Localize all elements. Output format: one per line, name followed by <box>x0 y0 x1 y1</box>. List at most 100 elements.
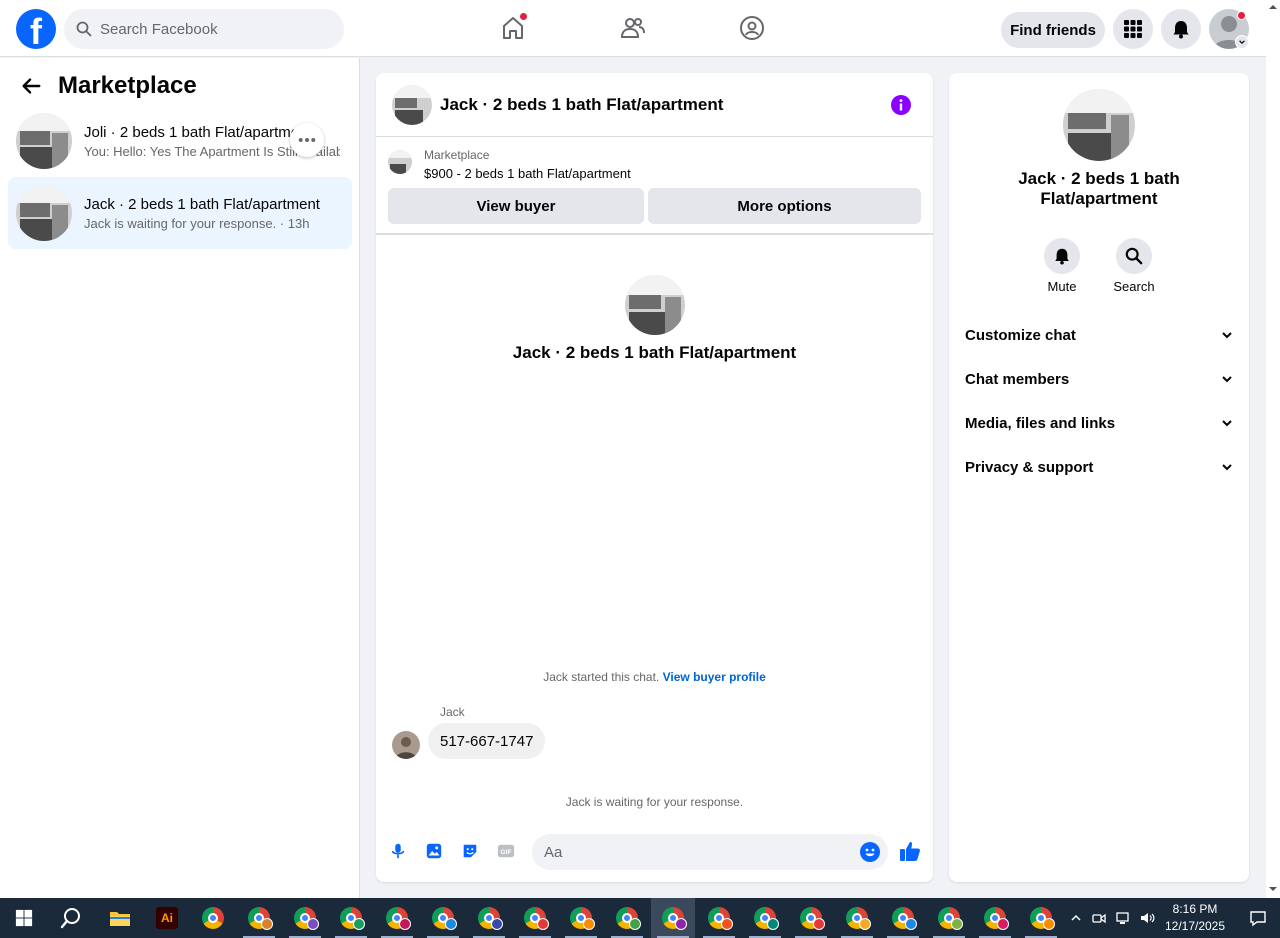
chat-members-row[interactable]: Chat members <box>965 367 1233 391</box>
search-icon <box>1125 247 1143 265</box>
chat-panel: Jack · 2 beds 1 bath Flat/apartment Mark… <box>376 73 933 882</box>
info-icon[interactable] <box>891 95 911 115</box>
chrome-profile-icon[interactable] <box>283 898 327 938</box>
page-title: Marketplace <box>58 72 197 99</box>
notifications-button[interactable] <box>1161 9 1201 49</box>
section-label: Media, files and links <box>965 414 1116 432</box>
taskbar-search-icon[interactable] <box>49 898 93 938</box>
volume-icon[interactable] <box>1140 911 1156 925</box>
view-buyer-profile-link[interactable]: View buyer profile <box>663 670 766 684</box>
listing-banner: Marketplace $900 - 2 beds 1 bath Flat/ap… <box>376 138 933 235</box>
scroll-down-arrow-icon[interactable] <box>1268 884 1278 894</box>
account-notification-dot <box>1237 11 1246 20</box>
chrome-profile-icon[interactable] <box>973 898 1017 938</box>
listing-thumbnail <box>16 113 72 169</box>
chrome-profile-icon[interactable] <box>513 898 557 938</box>
search-in-chat-button[interactable]: Search <box>1104 238 1164 294</box>
chrome-profile-icon[interactable] <box>743 898 787 938</box>
chrome-profile-icon[interactable] <box>789 898 833 938</box>
find-friends-button[interactable]: Find friends <box>1001 12 1105 48</box>
sticker-icon[interactable] <box>459 840 481 862</box>
chrome-profile-icon[interactable] <box>927 898 971 938</box>
groups-icon[interactable] <box>737 13 767 43</box>
clock-time: 8:16 PM <box>1172 902 1218 916</box>
file-explorer-icon[interactable] <box>98 898 142 938</box>
mute-button[interactable]: Mute <box>1032 238 1092 294</box>
chrome-profile-icon[interactable] <box>605 898 649 938</box>
system-clock[interactable]: 8:16 PM 12/17/2025 <box>1160 901 1230 935</box>
conversation-sidebar: Marketplace Joli · 2 beds 1 bath Flat/ap… <box>0 58 360 898</box>
chrome-profile-icon[interactable] <box>559 898 603 938</box>
customize-chat-row[interactable]: Customize chat <box>965 323 1233 347</box>
scroll-up-arrow-icon[interactable] <box>1268 2 1278 12</box>
chat-started-text: Jack started this chat. <box>543 670 660 684</box>
chat-header: Jack · 2 beds 1 bath Flat/apartment <box>376 73 933 137</box>
listing-price-title[interactable]: $900 - 2 beds 1 bath Flat/apartment <box>424 166 631 181</box>
sender-avatar[interactable] <box>392 731 420 759</box>
chat-started-notice: Jack started this chat. View buyer profi… <box>376 670 933 684</box>
menu-grid-button[interactable] <box>1113 9 1153 49</box>
chrome-profile-icon[interactable] <box>835 898 879 938</box>
notification-center-icon[interactable] <box>1236 898 1280 938</box>
home-icon[interactable] <box>498 12 528 43</box>
chrome-profile-icon[interactable] <box>237 898 281 938</box>
chat-title[interactable]: Jack · 2 beds 1 bath Flat/apartment <box>440 95 723 115</box>
chevron-down-icon <box>1222 464 1232 471</box>
chrome-profile-icon[interactable] <box>421 898 465 938</box>
chrome-profile-icon[interactable] <box>329 898 373 938</box>
chevron-down-icon <box>1222 376 1232 383</box>
chevron-down-icon[interactable] <box>1235 35 1249 49</box>
conversation-item-active[interactable]: Jack · 2 beds 1 bath Flat/apartment Jack… <box>8 177 352 249</box>
adobe-illustrator-icon[interactable]: Ai <box>145 898 189 938</box>
page-scrollbar[interactable] <box>1266 0 1280 898</box>
more-horizontal-icon <box>298 138 316 142</box>
windows-taskbar: Ai 8:16 PM 12/17/2025 <box>0 898 1280 938</box>
chrome-icon[interactable] <box>191 898 235 938</box>
chat-header-thumbnail[interactable] <box>392 84 432 125</box>
chat-details-panel: Jack · 2 beds 1 bath Flat/apartment Mute… <box>949 73 1249 882</box>
bell-icon <box>1173 21 1189 39</box>
view-buyer-button[interactable]: View buyer <box>388 188 644 224</box>
system-tray <box>1070 898 1156 938</box>
chrome-profile-icon-active[interactable] <box>651 898 695 938</box>
chrome-profile-icon[interactable] <box>1019 898 1063 938</box>
details-title: Jack · 2 beds 1 bath Flat/apartment <box>1018 169 1180 208</box>
conversation-options-button[interactable] <box>290 123 324 157</box>
friends-icon[interactable] <box>618 13 648 43</box>
search-input[interactable] <box>100 20 320 38</box>
back-arrow-icon[interactable] <box>20 75 42 97</box>
network-icon[interactable] <box>1116 911 1132 925</box>
windows-start-icon[interactable] <box>2 898 46 938</box>
message-bubble[interactable]: 517-667-1747 <box>428 723 546 759</box>
clock-date: 12/17/2025 <box>1164 919 1226 933</box>
mute-label: Mute <box>1047 279 1077 294</box>
details-avatar <box>1063 89 1135 161</box>
svg-text:GIF: GIF <box>500 849 511 856</box>
listing-source: Marketplace <box>424 148 490 162</box>
search-icon <box>76 21 92 37</box>
search-box[interactable] <box>64 9 344 49</box>
photo-icon[interactable] <box>423 840 445 862</box>
waiting-notice: Jack is waiting for your response. <box>565 795 744 809</box>
grid-icon <box>1124 20 1142 38</box>
thumbs-up-icon[interactable] <box>898 839 922 863</box>
chrome-profile-icon[interactable] <box>375 898 419 938</box>
emoji-icon[interactable] <box>860 842 880 862</box>
message-input[interactable] <box>532 834 888 870</box>
facebook-logo[interactable]: f <box>16 9 56 49</box>
chevron-up-icon[interactable] <box>1070 912 1082 924</box>
chrome-profile-icon[interactable] <box>467 898 511 938</box>
chrome-profile-icon[interactable] <box>881 898 925 938</box>
microphone-icon[interactable] <box>387 840 409 862</box>
meet-now-icon[interactable] <box>1092 911 1106 925</box>
more-options-button[interactable]: More options <box>648 188 921 224</box>
privacy-support-row[interactable]: Privacy & support <box>965 455 1233 479</box>
gif-icon[interactable]: GIF <box>495 840 517 862</box>
bell-icon <box>1055 248 1069 265</box>
chat-avatar <box>625 275 685 335</box>
media-files-links-row[interactable]: Media, files and links <box>965 411 1233 435</box>
section-label: Chat members <box>965 370 1070 388</box>
conversation-snippet: Jack is waiting for your response. · 13h <box>84 215 310 231</box>
listing-thumbnail-small <box>388 150 412 174</box>
chrome-profile-icon[interactable] <box>697 898 741 938</box>
